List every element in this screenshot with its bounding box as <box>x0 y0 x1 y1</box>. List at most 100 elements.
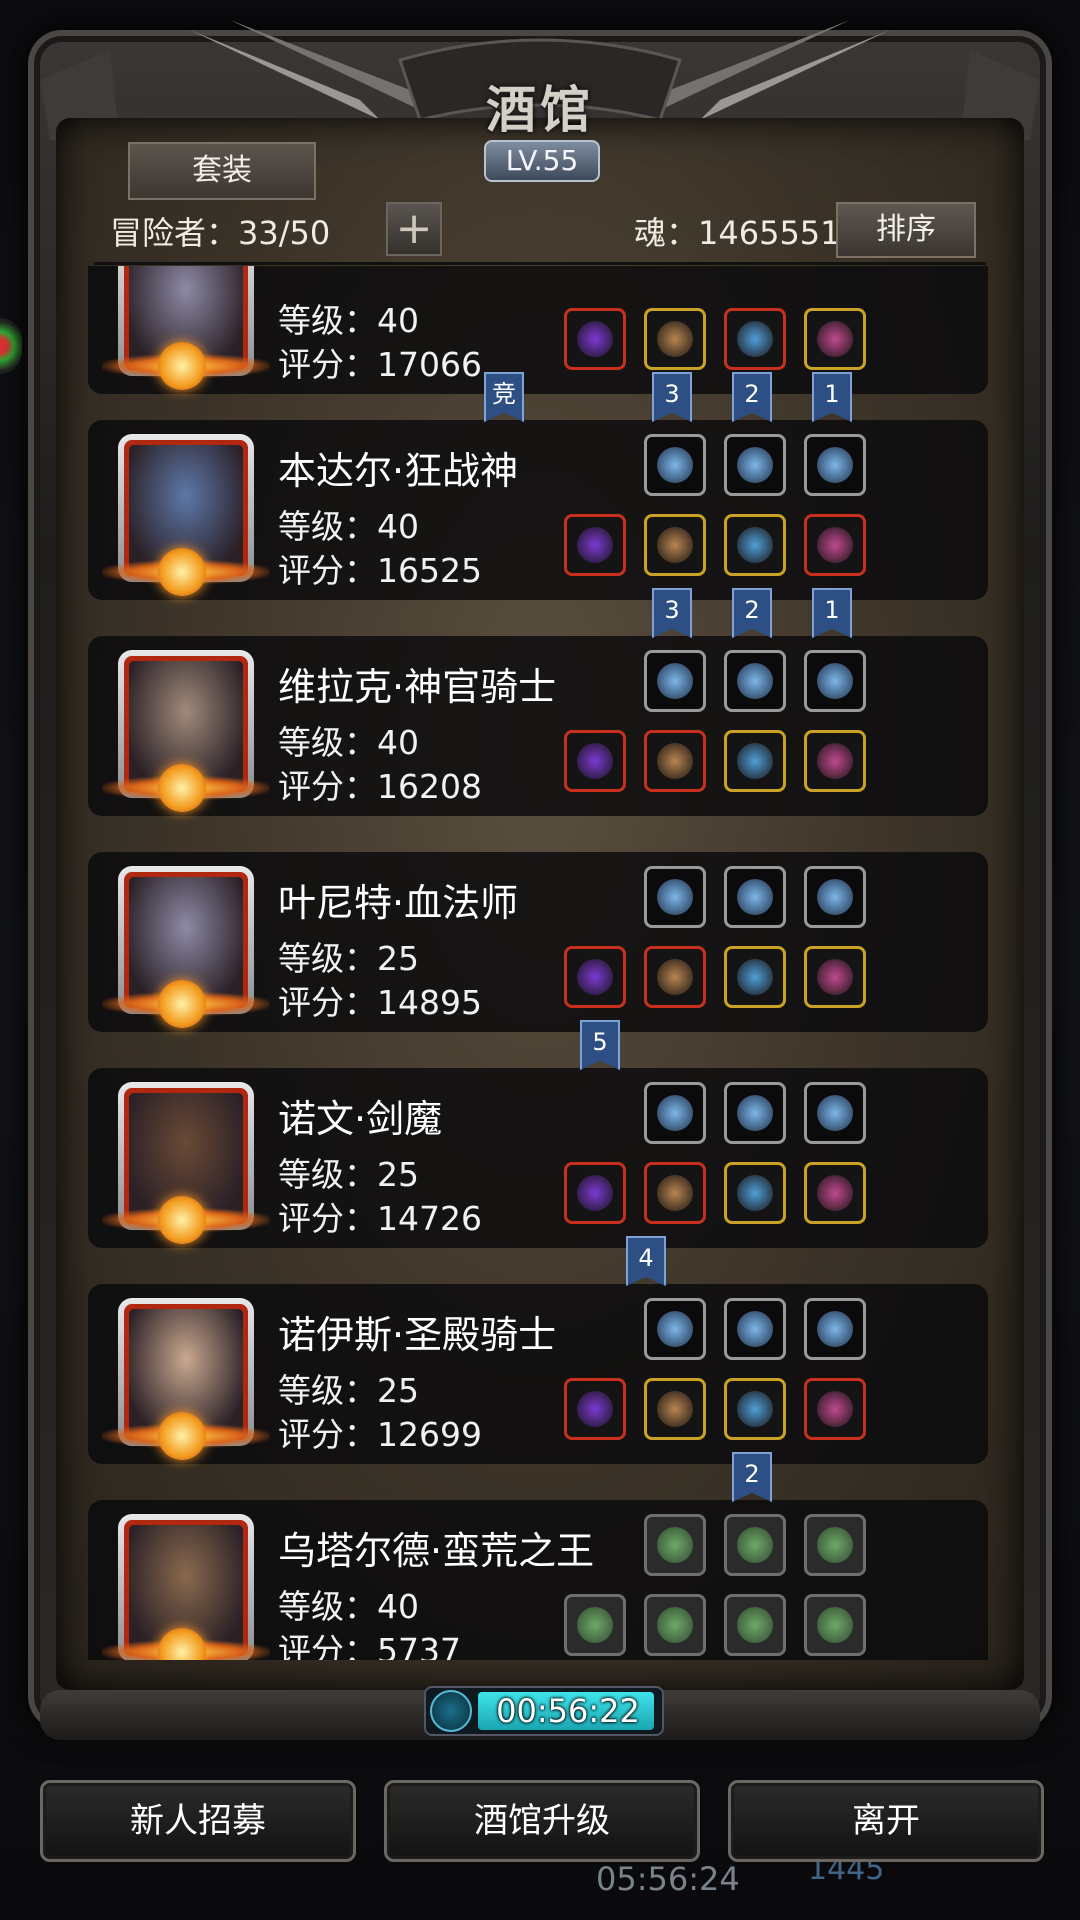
add-adventurer-button[interactable]: + <box>386 202 442 256</box>
rank-ribbon-badge: 1 <box>812 372 852 422</box>
page-title: 酒馆 <box>486 80 594 139</box>
equipment-slot[interactable] <box>724 730 786 792</box>
equipment-icon <box>817 1175 853 1211</box>
equipment-icon <box>577 1391 613 1427</box>
equipment-icon <box>577 1175 613 1211</box>
skill-slot[interactable] <box>724 1082 786 1144</box>
clock-icon <box>430 1690 472 1732</box>
hero-card[interactable]: 乌塔尔德·蛮荒之王 等级：40 评分：5737 <box>88 1500 988 1660</box>
skill-icon <box>657 1311 693 1347</box>
refresh-timer: 00:56:22 <box>424 1686 664 1736</box>
hero-card[interactable]: 诺伊斯·圣殿骑士 等级：25 评分：12699 <box>88 1284 988 1464</box>
equipment-icon <box>737 321 773 357</box>
equipment-slot[interactable] <box>644 514 706 576</box>
equipment-slot[interactable] <box>644 1378 706 1440</box>
hero-card[interactable]: 等级：40 评分：17066 <box>88 266 988 394</box>
rank-ribbon-badge: 5 <box>580 1020 620 1070</box>
equipment-slot[interactable] <box>804 308 866 370</box>
skill-slot[interactable] <box>644 1298 706 1360</box>
equipment-slot[interactable] <box>564 308 626 370</box>
equipment-slot[interactable] <box>644 730 706 792</box>
skill-slot[interactable] <box>804 434 866 496</box>
equipment-slot[interactable] <box>724 308 786 370</box>
equipment-slot[interactable] <box>564 1378 626 1440</box>
rank-emblem-icon <box>158 764 206 812</box>
skill-slot[interactable] <box>804 1298 866 1360</box>
skill-slot[interactable] <box>644 866 706 928</box>
tavern-upgrade-button[interactable]: 酒馆升级 <box>384 1780 700 1862</box>
equipment-slot[interactable] <box>804 1378 866 1440</box>
skill-slot[interactable] <box>644 1082 706 1144</box>
equipment-slot[interactable] <box>564 730 626 792</box>
equipment-slot[interactable] <box>724 1594 786 1656</box>
hero-card[interactable]: 维拉克·神官骑士 等级：40 评分：16208 <box>88 636 988 816</box>
rank-ribbon-badge: 4 <box>626 1236 666 1286</box>
equipment-slot[interactable] <box>724 514 786 576</box>
skill-slot[interactable] <box>724 650 786 712</box>
skill-slot[interactable] <box>644 1514 706 1576</box>
equipment-icon <box>817 527 853 563</box>
skill-slot[interactable] <box>804 1514 866 1576</box>
skill-icon <box>657 1527 693 1563</box>
skill-slot[interactable] <box>804 1082 866 1144</box>
skill-icon <box>737 447 773 483</box>
equipment-icon <box>657 1175 693 1211</box>
hero-score: 评分：14895 <box>278 983 482 1022</box>
hero-level: 等级：40 <box>278 507 419 546</box>
equipment-slot[interactable] <box>804 514 866 576</box>
skill-icon <box>737 879 773 915</box>
rank-emblem-icon <box>158 980 206 1028</box>
equipment-slot[interactable] <box>644 1162 706 1224</box>
equipment-slot[interactable] <box>804 1594 866 1656</box>
equipment-icon <box>737 959 773 995</box>
hero-name: 乌塔尔德·蛮荒之王 <box>278 1529 595 1573</box>
hero-card[interactable]: 本达尔·狂战神 等级：40 评分：16525 <box>88 420 988 600</box>
sort-button[interactable]: 排序 <box>836 202 976 258</box>
equipment-icon <box>577 1607 613 1643</box>
tavern-level-badge: LV.55 <box>484 140 600 182</box>
hero-card[interactable]: 诺文·剑魔 等级：25 评分：14726 <box>88 1068 988 1248</box>
leave-button[interactable]: 离开 <box>728 1780 1044 1862</box>
equipment-slot[interactable] <box>724 946 786 1008</box>
hero-card[interactable]: 叶尼特·血法师 等级：25 评分：14895 <box>88 852 988 1032</box>
hero-score: 评分：17066 <box>278 345 482 384</box>
skill-icon <box>737 663 773 699</box>
hero-score: 评分：14726 <box>278 1199 482 1238</box>
plus-icon: + <box>395 203 433 254</box>
skill-slot[interactable] <box>644 650 706 712</box>
equipment-slot[interactable] <box>724 1378 786 1440</box>
rank-emblem-icon <box>158 342 206 390</box>
equipment-slot[interactable] <box>804 1162 866 1224</box>
equipment-slot[interactable] <box>644 308 706 370</box>
equipment-icon <box>657 1607 693 1643</box>
rank-ribbon-badge: 2 <box>732 588 772 638</box>
rank-emblem-icon <box>158 1196 206 1244</box>
hero-list[interactable]: 等级：40 评分：17066 本达尔·狂战神 等级：40 评分：16525 竞 3 2 1 维拉克… <box>80 266 1000 1660</box>
skill-slot[interactable] <box>724 1298 786 1360</box>
equipment-icon <box>817 743 853 779</box>
skill-slot[interactable] <box>804 866 866 928</box>
equipment-slot[interactable] <box>644 1594 706 1656</box>
equipment-slot[interactable] <box>804 730 866 792</box>
equipment-icon <box>657 743 693 779</box>
skill-slot[interactable] <box>804 650 866 712</box>
equipment-slot[interactable] <box>564 1162 626 1224</box>
rank-ribbon-badge: 1 <box>812 588 852 638</box>
equipment-slot[interactable] <box>564 946 626 1008</box>
skill-slot[interactable] <box>724 1514 786 1576</box>
equipment-icon <box>657 959 693 995</box>
recruit-button[interactable]: 新人招募 <box>40 1780 356 1862</box>
equipment-slot[interactable] <box>724 1162 786 1224</box>
equipment-slot[interactable] <box>644 946 706 1008</box>
equipment-slot[interactable] <box>564 1594 626 1656</box>
skill-slot[interactable] <box>724 434 786 496</box>
equipment-slot[interactable] <box>804 946 866 1008</box>
skill-slot[interactable] <box>724 866 786 928</box>
header-divider <box>94 262 986 265</box>
equipment-icon <box>577 527 613 563</box>
hero-name: 维拉克·神官骑士 <box>278 665 557 709</box>
skill-slot[interactable] <box>644 434 706 496</box>
set-button[interactable]: 套装 <box>128 142 316 200</box>
skill-icon <box>737 1095 773 1131</box>
equipment-slot[interactable] <box>564 514 626 576</box>
